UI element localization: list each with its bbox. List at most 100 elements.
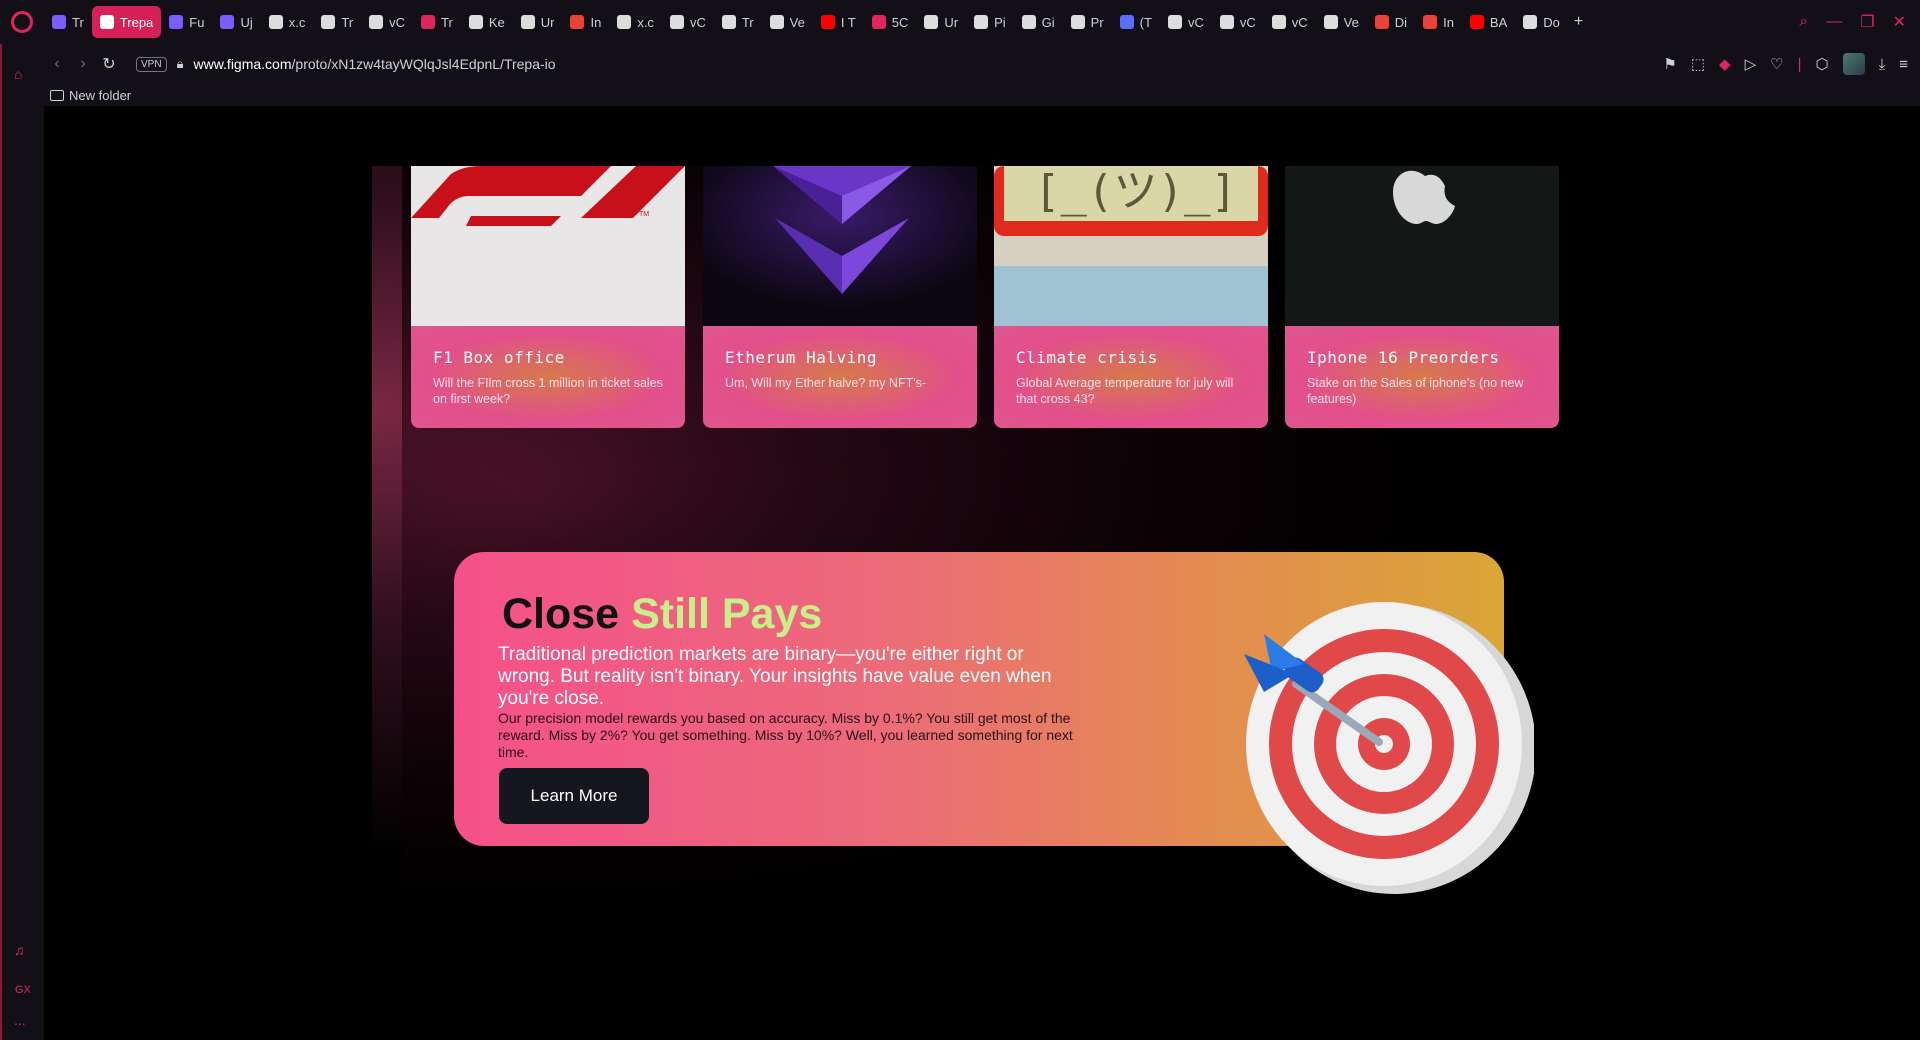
banner-headline: Close Still Pays — [502, 590, 822, 639]
tab-label: vC — [689, 14, 706, 30]
browser-tab[interactable]: x.c — [609, 6, 662, 38]
browser-tab[interactable]: BA — [1462, 6, 1515, 38]
tab-favicon-icon — [369, 15, 384, 29]
browser-tab[interactable]: vC — [1264, 6, 1316, 38]
tab-label: Fu — [189, 14, 205, 30]
lock-icon[interactable]: 🔒︎ — [177, 56, 184, 72]
tab-label: vC — [389, 14, 406, 30]
minimize-icon[interactable]: — — [1826, 13, 1842, 31]
tab-label: Ur — [540, 14, 555, 30]
pocket-icon[interactable]: ◆ — [1719, 55, 1731, 73]
browser-tabbar: Tr Trepa Fu Uj x.c Tr vC Tr Ke Ur In x.c vC Tr Ve I T 5C… — [0, 0, 1920, 44]
tab-favicon-icon — [570, 15, 585, 29]
tab-label: Ur — [944, 14, 959, 30]
svg-text:[_(ツ)_]: [_(ツ)_] — [1034, 166, 1237, 217]
browser-tab[interactable]: Fu — [161, 6, 212, 38]
browser-tab[interactable]: In — [562, 6, 609, 38]
browser-tab[interactable]: I T — [813, 6, 864, 38]
headline-part-a: Close — [502, 590, 620, 638]
close-icon[interactable]: ✕ — [1893, 12, 1906, 32]
browser-tab[interactable]: x.c — [261, 6, 314, 38]
tab-label: In — [590, 14, 602, 30]
browser-tab[interactable]: Tr — [714, 6, 762, 38]
ethereum-logo-icon — [703, 166, 977, 326]
back-icon[interactable]: ‹ — [44, 55, 70, 73]
tab-label: Tr — [341, 14, 354, 30]
address-bar: ‹ › ↻ VPN 🔒︎ www.figma.com/proto/xN1zw4t… — [0, 44, 1920, 84]
vpn-badge[interactable]: VPN — [136, 56, 167, 72]
browser-tab[interactable]: Tr — [44, 6, 92, 38]
tab-favicon-icon — [769, 15, 784, 29]
browser-tab[interactable]: Tr — [413, 6, 461, 38]
market-card-climate[interactable]: [_(ツ)_] Climate crisis Global Average te… — [994, 166, 1268, 428]
learn-more-button[interactable]: Learn More — [499, 768, 649, 824]
bookmark-folder[interactable]: New folder — [50, 88, 131, 103]
card-title: Etherum Halving — [725, 348, 877, 367]
apple-image — [1285, 166, 1559, 326]
ethereum-image — [703, 166, 977, 326]
menu-icon[interactable]: ≡ — [1899, 56, 1908, 73]
browser-tab[interactable]: 5C — [864, 6, 917, 38]
gx-icon[interactable]: GX — [15, 984, 31, 996]
search-tabs-icon[interactable]: ⌕ — [1799, 13, 1808, 31]
card-description: Will the FIlm cross 1 million in ticket … — [433, 376, 663, 406]
market-card-f1[interactable]: TM F1 Box office Will the FIlm cross 1 m… — [411, 166, 685, 428]
browser-tab[interactable]: Ur — [916, 6, 966, 38]
browser-tab[interactable]: vC — [361, 6, 413, 38]
url-field[interactable]: www.figma.com/proto/xN1zw4tayWQlqJsl4Edp… — [193, 56, 555, 72]
browser-tab[interactable]: Ke — [461, 6, 513, 38]
opera-menu-icon[interactable] — [0, 0, 44, 44]
prototype-frame: TM F1 Box office Will the FIlm cross 1 m… — [372, 166, 1590, 980]
tab-label: Di — [1394, 14, 1408, 30]
more-icon[interactable]: ... — [14, 1012, 26, 1028]
music-icon[interactable]: ♫ — [14, 942, 25, 958]
pin-icon[interactable]: ⚑ — [1663, 55, 1676, 73]
browser-tab[interactable]: Tr — [313, 6, 361, 38]
browser-tab[interactable]: vC — [1160, 6, 1212, 38]
aria-icon[interactable]: ⌂ — [14, 66, 22, 82]
market-card-iphone[interactable]: Iphone 16 Preorders Stake on the Sales o… — [1285, 166, 1559, 428]
tab-label: Pi — [994, 14, 1006, 30]
tab-favicon-icon — [99, 15, 114, 29]
browser-tab[interactable]: vC — [1212, 6, 1264, 38]
browser-tab[interactable]: Do — [1515, 6, 1568, 38]
tab-label: Trepa — [119, 14, 154, 30]
tab-favicon-icon — [1374, 15, 1389, 29]
browser-tab[interactable]: Ur — [513, 6, 563, 38]
browser-tab[interactable]: In — [1415, 6, 1462, 38]
browser-tab[interactable]: vC — [662, 6, 714, 38]
tab-favicon-icon — [669, 15, 684, 29]
browser-tab[interactable]: Trepa — [91, 6, 162, 38]
svg-text:TM: TM — [639, 211, 649, 218]
tab-label: vC — [1291, 14, 1308, 30]
browser-tab[interactable]: Ve — [762, 6, 813, 38]
browser-tab[interactable]: Uj — [212, 6, 260, 38]
download-icon[interactable]: ⤓ — [1879, 56, 1886, 73]
browser-sidebar: ⌂ ♫ GX ... — [0, 44, 44, 1040]
browser-tab[interactable]: Pr — [1063, 6, 1112, 38]
extensions-icon[interactable]: ⬡ — [1815, 55, 1828, 73]
new-tab-button[interactable]: + — [1574, 13, 1583, 31]
heart-icon[interactable]: ♡ — [1770, 55, 1783, 73]
browser-tab[interactable]: Ve — [1316, 6, 1367, 38]
market-card-ethereum[interactable]: Etherum Halving Um, Will my Ether halve?… — [703, 166, 977, 428]
forward-icon[interactable]: › — [70, 55, 96, 73]
profile-avatar[interactable] — [1842, 53, 1865, 75]
url-host: www.figma.com — [193, 56, 292, 72]
tab-favicon-icon — [1119, 15, 1134, 29]
sad-device-icon: [_(ツ)_] — [994, 166, 1268, 266]
tab-favicon-icon — [321, 15, 336, 29]
browser-tab[interactable]: Pi — [966, 6, 1014, 38]
card-description: Global Average temperature for july will… — [1016, 376, 1234, 406]
snapshot-icon[interactable]: ⬚ — [1691, 55, 1705, 73]
tab-label: Tr — [72, 14, 84, 30]
browser-tab[interactable]: (T — [1112, 6, 1160, 38]
tab-favicon-icon — [820, 15, 835, 29]
browser-tab[interactable]: Gi — [1014, 6, 1063, 38]
headline-part-b: Still Pays — [631, 590, 823, 638]
reload-icon[interactable]: ↻ — [96, 54, 122, 74]
browser-tab[interactable]: Di — [1367, 6, 1415, 38]
play-icon[interactable]: ▷ — [1745, 55, 1757, 73]
restore-icon[interactable]: ❐ — [1860, 12, 1874, 32]
tab-label: BA — [1489, 14, 1508, 30]
